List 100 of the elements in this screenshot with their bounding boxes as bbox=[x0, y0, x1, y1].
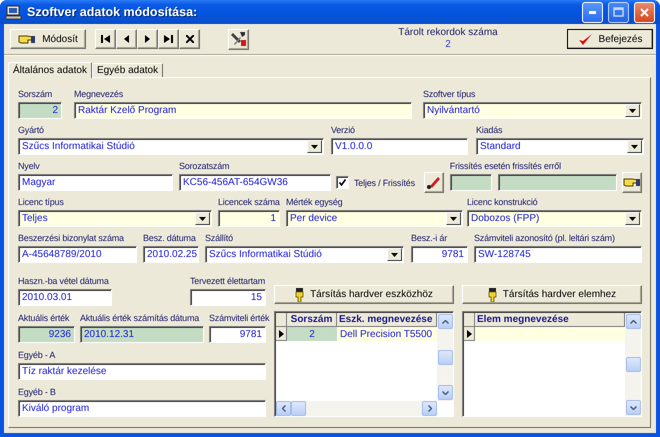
edit-button[interactable] bbox=[424, 172, 444, 193]
caret-icon bbox=[391, 252, 398, 256]
chevron-down-icon bbox=[442, 390, 448, 394]
column-header[interactable]: Sorszám bbox=[287, 313, 337, 327]
chevron-up-icon bbox=[442, 320, 448, 324]
dropdown-field[interactable]: Szűcs Informatikai Stúdió bbox=[205, 246, 404, 263]
computer-icon bbox=[6, 4, 22, 20]
dropdown-arrow-button[interactable] bbox=[387, 248, 402, 261]
text-field[interactable]: Tíz raktár kezelése bbox=[18, 363, 266, 380]
delete-button[interactable] bbox=[179, 29, 200, 49]
text-field[interactable]: A-45648789/2010 bbox=[18, 246, 137, 263]
text-field[interactable]: KC56-456AT-654GW36 bbox=[179, 174, 331, 191]
associate-button[interactable]: Társítás hardver eszközhöz bbox=[274, 285, 454, 304]
close-icon bbox=[186, 35, 194, 43]
dropdown-arrow-button[interactable] bbox=[195, 212, 210, 225]
dropdown-arrow-button[interactable] bbox=[627, 140, 642, 153]
tools-button[interactable] bbox=[228, 28, 249, 50]
horizontal-scrollbar[interactable] bbox=[276, 401, 437, 416]
scroll-up-button[interactable] bbox=[438, 314, 452, 329]
text-field[interactable]: 1 bbox=[218, 210, 280, 227]
dropdown-arrow-button[interactable] bbox=[625, 104, 640, 117]
field-label: Sorszám bbox=[18, 88, 52, 100]
previous-record-button[interactable] bbox=[116, 29, 137, 49]
column-header[interactable]: Eszk. megnevezése bbox=[337, 313, 437, 327]
next-record-button[interactable] bbox=[137, 29, 158, 49]
minimize-button[interactable] bbox=[582, 2, 603, 22]
close-button[interactable] bbox=[634, 2, 655, 22]
text-field[interactable]: 2010.02.25 bbox=[143, 246, 199, 263]
vertical-scrollbar[interactable] bbox=[437, 313, 453, 401]
field-label: Licenc konstrukció bbox=[467, 196, 538, 208]
dropdown-arrow-button[interactable] bbox=[307, 140, 322, 153]
scroll-thumb[interactable] bbox=[438, 350, 452, 364]
dropdown-field[interactable]: Teljes bbox=[18, 210, 212, 227]
text-field[interactable]: 9781 bbox=[209, 326, 266, 343]
field-label: Számviteli érték bbox=[209, 312, 270, 324]
plug-icon bbox=[488, 288, 497, 302]
field-label: Egyéb - B bbox=[18, 386, 56, 398]
scroll-down-button[interactable] bbox=[626, 400, 640, 415]
first-record-button[interactable] bbox=[95, 29, 116, 49]
text-field[interactable]: 2010.03.01 bbox=[18, 289, 112, 306]
checkmark-icon bbox=[578, 32, 593, 46]
field-label: Sorozatszám bbox=[179, 160, 230, 172]
chevron-left-icon bbox=[282, 405, 286, 412]
table-cell: Dell Precision T5500 bbox=[337, 327, 437, 341]
scroll-thumb[interactable] bbox=[291, 401, 306, 416]
scroll-left-button[interactable] bbox=[276, 401, 291, 416]
text-field[interactable]: 2 bbox=[18, 102, 62, 119]
window-title: Szoftver adatok módosítása: bbox=[27, 5, 198, 19]
field-label: Gyártó bbox=[18, 124, 44, 136]
text-field[interactable] bbox=[498, 174, 617, 191]
dropdown-field[interactable]: Dobozos (FPP) bbox=[467, 210, 642, 227]
text-field[interactable]: V1.0.0.0 bbox=[331, 138, 468, 155]
dropdown-field[interactable]: Standard bbox=[476, 138, 644, 155]
text-field[interactable]: Magyar bbox=[18, 174, 173, 191]
last-record-button[interactable] bbox=[158, 29, 179, 49]
dropdown-field[interactable]: Per device bbox=[286, 210, 463, 227]
field-label: Aktuális érték bbox=[18, 312, 70, 324]
text-field[interactable]: 9781 bbox=[411, 246, 468, 263]
select-button[interactable] bbox=[622, 172, 642, 193]
text-field[interactable]: 2010.12.31 bbox=[80, 326, 204, 343]
pointing-hand-icon bbox=[18, 34, 36, 44]
text-field[interactable]: Raktár Kzelő Program bbox=[74, 102, 412, 119]
field-label: Licenc típus bbox=[18, 196, 64, 208]
dropdown-arrow-button[interactable] bbox=[446, 212, 461, 225]
field-label: Szoftver típus bbox=[423, 88, 476, 100]
text-field[interactable]: SW-128745 bbox=[474, 246, 642, 263]
text-field[interactable] bbox=[450, 174, 492, 191]
plug-icon bbox=[295, 288, 304, 302]
vertical-scrollbar[interactable] bbox=[625, 313, 641, 416]
column-header[interactable]: Elem megnevezése bbox=[475, 313, 625, 327]
dropdown-field[interactable]: Szűcs Informatikai Stúdió bbox=[18, 138, 324, 155]
tab[interactable]: Általános adatok bbox=[8, 62, 92, 78]
finish-button[interactable]: Befejezés bbox=[567, 29, 653, 49]
checkbox[interactable] bbox=[336, 176, 349, 189]
field-label: Aktuális érték számítás dátuma bbox=[80, 312, 200, 324]
field-label: Nyelv bbox=[18, 160, 40, 172]
tab[interactable]: Egyéb adatok bbox=[92, 63, 164, 77]
text-field[interactable]: 15 bbox=[190, 289, 266, 306]
field-label: Egyéb - A bbox=[18, 349, 56, 361]
field-label: Haszn.-ba vétel dátuma bbox=[18, 275, 109, 287]
record-count: 2 bbox=[445, 39, 451, 51]
modify-button[interactable]: Módosít bbox=[10, 29, 86, 49]
pen-icon bbox=[426, 175, 442, 190]
text-field[interactable]: Kiváló program bbox=[18, 400, 266, 417]
scroll-thumb[interactable] bbox=[626, 357, 640, 372]
caret-icon bbox=[629, 216, 636, 220]
scroll-down-button[interactable] bbox=[438, 385, 452, 400]
maximize-icon bbox=[613, 7, 624, 17]
field-label: Besz. dátuma bbox=[143, 232, 196, 244]
dropdown-field[interactable]: Nyilvántartó bbox=[423, 102, 642, 119]
scroll-up-button[interactable] bbox=[626, 314, 640, 329]
field-label: Beszerzési bizonylat száma bbox=[18, 232, 124, 244]
maximize-button[interactable] bbox=[608, 2, 629, 22]
caret-icon bbox=[199, 216, 206, 220]
field-label: Besz.-i ár bbox=[411, 232, 448, 244]
text-field[interactable]: 9236 bbox=[18, 326, 75, 343]
dropdown-arrow-button[interactable] bbox=[625, 212, 640, 225]
scroll-right-button[interactable] bbox=[422, 401, 437, 416]
field-label: Szállító bbox=[205, 232, 233, 244]
associate-button[interactable]: Társítás hardver elemhez bbox=[462, 285, 642, 304]
